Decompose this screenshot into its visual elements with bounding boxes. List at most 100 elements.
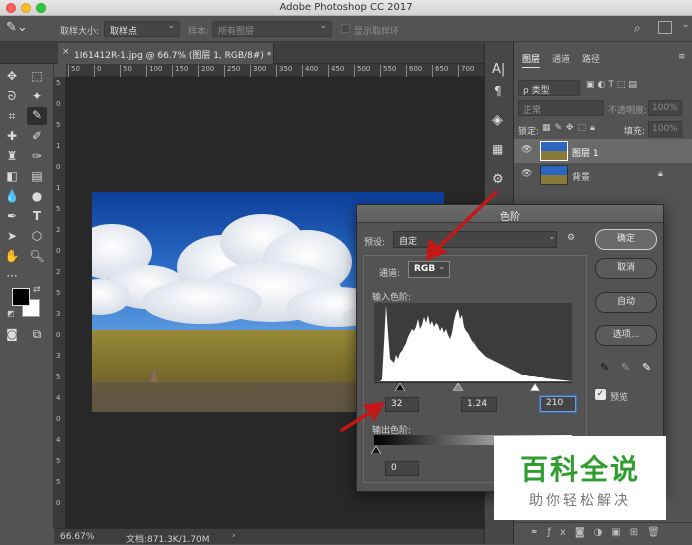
gradient-tool-icon[interactable]: ▤: [28, 168, 46, 184]
paragraph-panel-icon[interactable]: ¶: [494, 84, 502, 98]
cancel-button[interactable]: 取消: [595, 258, 657, 279]
blur-tool-icon[interactable]: 💧: [3, 188, 21, 204]
document-tab[interactable]: × 1I61412R-1.jpg @ 66.7% (图层 1, RGB/8#) …: [58, 43, 274, 64]
shape-tool-icon[interactable]: ⬡: [28, 228, 46, 244]
lasso-tool-icon[interactable]: ᘐ: [3, 88, 21, 104]
marquee-tool-icon[interactable]: ⬚: [28, 68, 46, 84]
auto-button[interactable]: 自动: [595, 292, 657, 313]
eye-icon[interactable]: 👁︎: [521, 169, 532, 179]
options-bar: ✎⌄ 取样大小: 取样点 样本: 所有图层 显示取样环 ⌕ ⌄: [0, 16, 692, 42]
ruler-tick-label: 5: [56, 79, 61, 87]
tab-channels[interactable]: 通道: [552, 48, 570, 68]
layer-name[interactable]: 图层 1: [572, 146, 599, 159]
default-colors-icon[interactable]: ◩: [7, 309, 15, 318]
channel-dropdown-icon[interactable]: ⌄: [438, 262, 446, 272]
tab-layers[interactable]: 图层: [522, 48, 541, 68]
zoom-level[interactable]: 66.67%: [60, 532, 94, 542]
dodge-tool-icon[interactable]: ●: [28, 188, 46, 204]
gray-point-eyedropper-icon[interactable]: ✎: [621, 361, 630, 374]
document-size: 文档:871.3K/1.70M: [126, 535, 210, 545]
show-ring-label: 显示取样环: [354, 27, 400, 37]
history-brush-tool-icon[interactable]: ✑: [28, 148, 46, 164]
layer-row[interactable]: 👁︎ 图层 1: [514, 139, 692, 163]
lock-label: 锁定:: [518, 127, 540, 137]
layer-footer-icons[interactable]: ⚭ƒx◙◑▣⊞🗑︎: [514, 522, 692, 544]
swap-colors-icon[interactable]: ⇄: [33, 285, 41, 295]
output-black-slider[interactable]: [371, 446, 381, 454]
input-black-slider[interactable]: [395, 383, 405, 391]
eyedropper-preset-icon[interactable]: ✎⌄: [6, 20, 36, 38]
panel-menu-icon[interactable]: ≡: [678, 52, 686, 62]
eyedropper-tool-icon[interactable]: ✎: [27, 107, 47, 125]
ruler-tick-label: 4: [56, 394, 61, 402]
input-black-field[interactable]: 32: [385, 397, 419, 412]
sample-size-select[interactable]: 取样点: [104, 21, 180, 37]
quick-mask-icon[interactable]: ◙: [3, 326, 21, 342]
input-white-slider[interactable]: [530, 383, 540, 391]
sample-size-label: 取样大小:: [60, 27, 100, 37]
character-panel-icon[interactable]: A|: [492, 62, 505, 77]
layer-row[interactable]: 👁︎ 背景 🔒︎: [514, 163, 692, 187]
input-gamma-field[interactable]: 1.24: [461, 397, 497, 412]
ruler-tick-label: 150: [172, 65, 188, 77]
ruler-tick-label: 5: [56, 478, 61, 486]
layer-filter-select[interactable]: ρ 类型: [518, 80, 580, 96]
foreground-color-swatch[interactable]: [12, 288, 30, 306]
layer-name[interactable]: 背景: [572, 170, 590, 183]
status-arrow-icon[interactable]: ›: [232, 531, 236, 541]
ruler-tick-label: 3: [56, 310, 61, 318]
ruler-tick-label: 0: [56, 499, 61, 507]
filter-icons[interactable]: ▣◐T⬚▤: [586, 80, 640, 90]
clone-stamp-tool-icon[interactable]: ♜: [3, 148, 21, 164]
brush-tool-icon[interactable]: ✐: [28, 128, 46, 144]
histogram: [374, 303, 572, 381]
ruler-tick-label: 50: [68, 65, 80, 77]
ruler-tick-label: 600: [406, 65, 422, 77]
options-button[interactable]: 选项...: [595, 325, 657, 346]
ok-button[interactable]: 确定: [595, 229, 657, 250]
input-white-field[interactable]: 210: [540, 396, 576, 412]
lock-icon: 🔒︎: [658, 169, 663, 179]
type-tool-icon[interactable]: T: [28, 208, 46, 224]
blend-mode-select[interactable]: 正常: [518, 100, 604, 116]
preview-checkbox[interactable]: ✓: [595, 389, 606, 400]
eraser-tool-icon[interactable]: ◧: [3, 168, 21, 184]
preset-dropdown-icon[interactable]: ⌄: [548, 232, 556, 242]
black-point-eyedropper-icon[interactable]: ✎: [600, 361, 609, 374]
pen-tool-icon[interactable]: ✒: [3, 208, 21, 224]
quick-select-tool-icon[interactable]: ✦: [28, 88, 46, 104]
ruler-tick-label: 0: [56, 331, 61, 339]
channels-panel-icon[interactable]: ▦: [492, 142, 503, 156]
ruler-tick-label: 250: [224, 65, 240, 77]
white-point-eyedropper-icon[interactable]: ✎: [642, 361, 651, 374]
lock-icons[interactable]: ▦✎✥⬚🔒︎: [542, 123, 599, 133]
fill-input[interactable]: 100%: [648, 121, 682, 137]
move-tool-icon[interactable]: ✥: [3, 68, 21, 84]
hand-tool-icon[interactable]: ✋: [3, 248, 21, 264]
eye-icon[interactable]: 👁︎: [521, 145, 532, 155]
layers-panel-icon[interactable]: ◈: [492, 112, 503, 128]
output-black-field[interactable]: 0: [385, 461, 419, 476]
status-bar: 66.67% 文档:871.3K/1.70M ›: [54, 528, 484, 545]
search-icon[interactable]: ⌕: [634, 21, 648, 35]
screen-mode-icon[interactable]: ⧉: [28, 326, 46, 342]
ruler-tick-label: 0: [56, 163, 61, 171]
input-gamma-slider[interactable]: [453, 383, 463, 391]
healing-brush-tool-icon[interactable]: ✚: [3, 128, 21, 144]
more-tools-icon[interactable]: ···: [3, 268, 21, 284]
preset-select[interactable]: 自定: [393, 231, 557, 248]
tab-paths[interactable]: 路径: [582, 48, 600, 68]
workspace-icon[interactable]: [658, 21, 672, 34]
properties-panel-icon[interactable]: ⚙: [492, 172, 504, 187]
ruler-tick-label: 5: [56, 289, 61, 297]
show-ring-checkbox[interactable]: [341, 24, 350, 33]
ruler-tick-label: 5: [56, 373, 61, 381]
workspace-dropdown-icon[interactable]: ⌄: [682, 20, 692, 34]
close-tab-icon[interactable]: ×: [62, 47, 70, 57]
crop-tool-icon[interactable]: ⌗: [3, 108, 21, 124]
zoom-tool-icon[interactable]: 🔍︎: [28, 248, 46, 264]
preset-gear-icon[interactable]: ⚙: [567, 233, 575, 243]
sample-select[interactable]: 所有图层: [212, 21, 332, 37]
path-select-tool-icon[interactable]: ➤: [3, 228, 21, 244]
opacity-input[interactable]: 100%: [648, 100, 682, 116]
